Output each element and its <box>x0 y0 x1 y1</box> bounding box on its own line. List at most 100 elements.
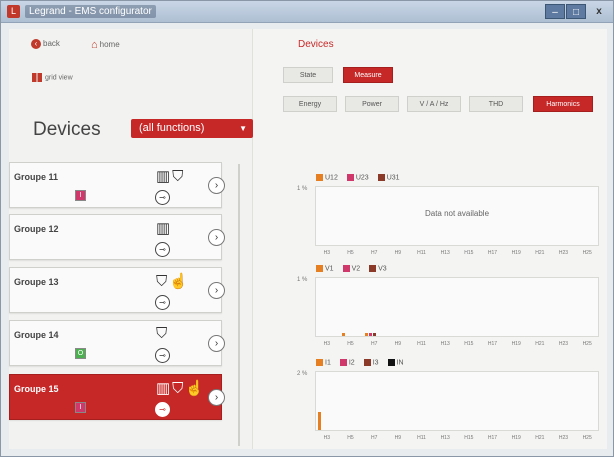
legend-label: V2 <box>351 265 361 273</box>
grid-view-button[interactable]: grid view <box>32 73 73 82</box>
tab-state[interactable]: State <box>283 67 333 83</box>
page-title: Devices <box>298 39 334 50</box>
legend-item: I2 <box>339 359 355 367</box>
legend-swatch <box>316 359 323 366</box>
x-axis: H3 H5 H7 H9 H11 H13 H15 H17 H19 H21 H23 H25 <box>315 341 599 349</box>
y-axis-label: 2 % <box>297 371 308 377</box>
x-tick-label: H21 <box>535 341 545 347</box>
chart-legend: I1 I2 I3 IN <box>316 359 413 366</box>
home-label: home <box>99 40 120 50</box>
legend-label: U31 <box>386 174 400 182</box>
usb-icon[interactable]: ⊸ <box>155 295 170 310</box>
title-bar: L Legrand - EMS configurator – □ x <box>1 1 613 23</box>
legend-label: U12 <box>325 174 338 182</box>
chevron-right-icon[interactable]: › <box>208 282 225 299</box>
legend-item: V1 <box>316 265 334 272</box>
tab-harmonics[interactable]: Harmonics <box>533 96 593 112</box>
function-icons: ⛉☝ <box>156 273 190 290</box>
x-tick-label: H3 <box>323 341 331 347</box>
usb-icon[interactable]: ⊸ <box>155 190 170 205</box>
legend-swatch <box>316 265 323 272</box>
chevron-right-icon[interactable]: › <box>208 389 225 406</box>
harmonic-bar <box>365 333 369 336</box>
usb-icon[interactable]: ⊸ <box>155 402 170 417</box>
client-area: ‹ back ⌂ home grid view Devices (all funct… <box>9 29 607 449</box>
x-axis: H3 H5 H7 H9 H11 H13 H15 H17 H19 H21 H23 H25 <box>315 435 599 443</box>
tab-power[interactable]: Power <box>345 96 399 112</box>
x-tick-label: H5 <box>347 435 354 441</box>
x-tick-label: H9 <box>394 435 402 441</box>
chevron-down-icon: ▼ <box>239 124 247 133</box>
status-led: I <box>75 402 86 413</box>
x-tick-label: H19 <box>511 341 521 347</box>
legend-label: I1 <box>325 359 331 367</box>
home-button[interactable]: ⌂ home <box>91 39 120 51</box>
device-card[interactable]: Groupe 15 I ▥⛉☝ ⊸ › <box>9 374 225 420</box>
function-filter-value: (all functions) <box>139 122 205 134</box>
x-tick-label: H17 <box>487 435 498 441</box>
x-tick-label: H13 <box>440 435 450 441</box>
chevron-right-icon[interactable]: › <box>208 177 225 194</box>
legend-item: U12 <box>316 174 338 181</box>
device-list-scrollbar[interactable] <box>238 164 240 446</box>
grid-icon <box>32 73 42 82</box>
legend-swatch <box>363 359 371 366</box>
device-card[interactable]: Groupe 13 ⛉☝ ⊸ › <box>9 267 225 313</box>
usb-icon[interactable]: ⊸ <box>155 242 170 257</box>
legend-label: I2 <box>348 359 355 367</box>
plot-area: Data not available <box>315 186 599 246</box>
minimize-button[interactable]: – <box>545 4 565 19</box>
x-tick-label: H5 <box>347 341 354 347</box>
chart-legend: U12 U23 U31 <box>316 174 409 181</box>
harmonic-bar <box>341 333 345 336</box>
device-card[interactable]: Groupe 12 ▥ ⊸ › <box>9 214 225 260</box>
plot-area <box>315 277 599 337</box>
close-button[interactable]: x <box>587 4 611 19</box>
legend-swatch <box>342 265 350 272</box>
chevron-right-icon[interactable]: › <box>208 335 225 352</box>
home-icon: ⌂ <box>91 39 98 51</box>
device-card[interactable]: Groupe 14 O ⛉ ⊸ › <box>9 320 225 366</box>
x-axis: H3 H5 H7 H9 H11 H13 H15 H17 H19 H21 H23 H25 <box>315 250 599 258</box>
status-led: O <box>75 348 86 359</box>
x-tick-label: H23 <box>558 341 569 347</box>
legend-label: I3 <box>372 359 379 367</box>
x-tick-label: H11 <box>417 341 426 347</box>
tab-v-a-hz[interactable]: V / A / Hz <box>407 96 461 112</box>
x-tick-label: H15 <box>464 341 474 347</box>
function-icons: ▥⛉ <box>156 168 186 185</box>
status-led: I <box>75 190 86 201</box>
legend-label: V3 <box>378 265 387 273</box>
function-filter-select[interactable]: (all functions) ▼ <box>131 119 253 138</box>
device-list: Groupe 11 I ▥⛉ ⊸ › Groupe 12 ▥ ⊸ › Groupe 13 ⛉☝ ⊸ › G… <box>9 162 243 449</box>
x-tick-label: H7 <box>370 250 378 256</box>
legend-swatch <box>316 174 323 181</box>
legend-item: IN <box>387 359 404 366</box>
x-tick-label: H11 <box>417 250 426 256</box>
back-label: back <box>43 39 60 49</box>
x-tick-label: H7 <box>370 341 378 347</box>
tab-thd[interactable]: THD <box>469 96 523 112</box>
usb-icon[interactable]: ⊸ <box>155 348 170 363</box>
x-tick-label: H25 <box>582 341 592 347</box>
maximize-button[interactable]: □ <box>566 4 586 19</box>
tab-measure[interactable]: Measure <box>343 67 393 83</box>
device-name: Groupe 15 <box>14 384 59 394</box>
x-tick-label: H9 <box>394 250 402 256</box>
chart-legend: V1 V2 V3 <box>316 265 396 272</box>
app-window: L Legrand - EMS configurator – □ x ‹ back… <box>0 0 614 457</box>
chevron-right-icon[interactable]: › <box>208 229 225 246</box>
details-panel: Devices State Measure Energy Power V / A… <box>269 29 607 449</box>
tab-energy[interactable]: Energy <box>283 96 337 112</box>
x-tick-label: H15 <box>464 250 474 256</box>
device-card[interactable]: Groupe 11 I ▥⛉ ⊸ › <box>9 162 225 208</box>
device-name: Groupe 13 <box>14 277 59 287</box>
legend-item: I3 <box>363 359 379 367</box>
device-name: Groupe 12 <box>14 224 59 234</box>
legend-item: I1 <box>316 359 331 366</box>
back-button[interactable]: ‹ back <box>31 39 60 49</box>
x-tick-label: H23 <box>558 435 569 441</box>
x-tick-label: H7 <box>370 435 378 441</box>
legend-item: U23 <box>346 174 369 181</box>
harmonic-bar <box>373 333 377 336</box>
